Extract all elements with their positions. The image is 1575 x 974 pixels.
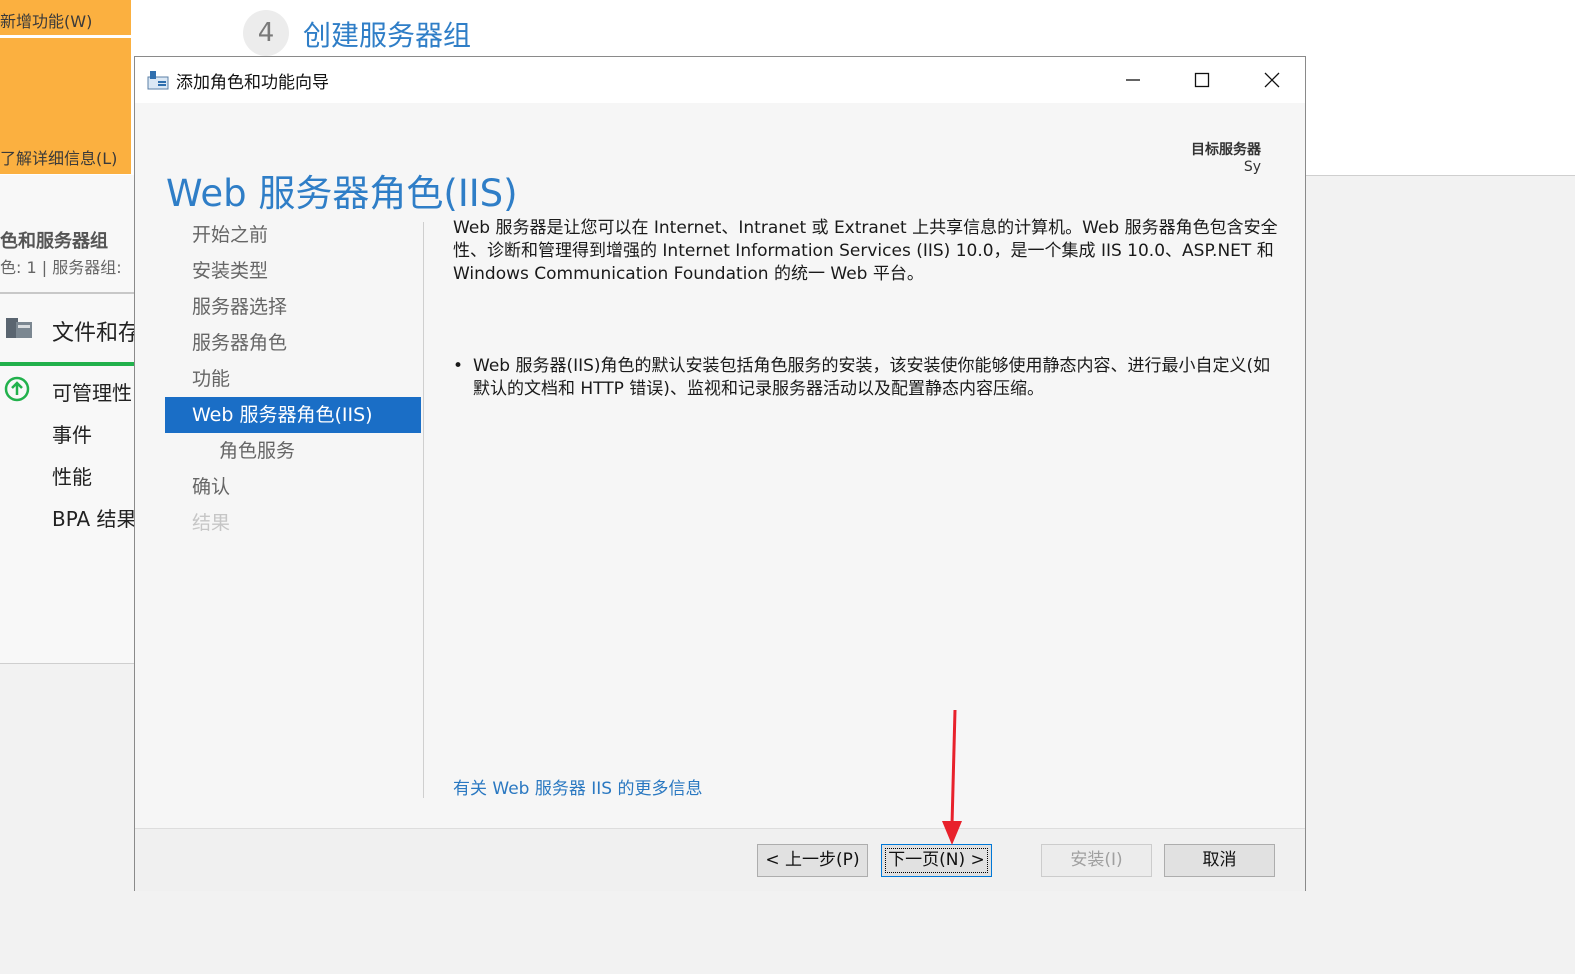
divider — [1306, 175, 1575, 176]
default-install-text: Web 服务器(IIS)角色的默认安装包括角色服务的安装，该安装使你能够使用静态… — [473, 356, 1271, 399]
role-description: Web 服务器是让您可以在 Internet、Intranet 或 Extran… — [453, 218, 1278, 284]
add-roles-wizard-dialog: 添加角色和功能向导 Web 服务器角色(IIS) 目标服务器 Sy 开始之前 安… — [134, 56, 1306, 891]
roles-groups-counts: 色: 1 | 服务器组: — [0, 258, 122, 277]
nav-item-server-selection[interactable]: 服务器选择 — [165, 289, 421, 325]
file-storage-icon — [6, 318, 32, 338]
tile-item-events[interactable]: 事件 — [52, 419, 135, 448]
previous-button[interactable]: < 上一步(P) — [757, 844, 868, 877]
tile-divider — [0, 292, 135, 294]
maximize-icon — [1194, 72, 1210, 88]
tile-item-manageability[interactable]: 可管理性 — [52, 377, 135, 406]
status-bar — [0, 362, 135, 366]
minimize-icon — [1126, 79, 1140, 81]
minimize-button[interactable] — [1098, 57, 1168, 103]
nav-item-features[interactable]: 功能 — [165, 361, 421, 397]
nav-divider — [423, 222, 424, 798]
title-bar[interactable]: 添加角色和功能向导 — [135, 57, 1305, 103]
nav-item-role-services[interactable]: 角色服务 — [165, 433, 421, 469]
close-icon — [1264, 72, 1280, 88]
button-bar: < 上一步(P) 下一页(N) > 安装(I) 取消 — [135, 828, 1305, 891]
step-number: 4 — [243, 10, 289, 56]
install-button: 安装(I) — [1041, 844, 1152, 877]
learn-more-link[interactable]: 了解详细信息(L) — [0, 145, 117, 169]
maximize-button[interactable] — [1167, 57, 1237, 103]
tile-item-bpa[interactable]: BPA 结果 — [52, 503, 135, 532]
panel-separator — [0, 35, 131, 38]
page-title: Web 服务器角色(IIS) — [166, 171, 518, 215]
nav-item-confirmation[interactable]: 确认 — [165, 469, 421, 505]
nav-item-web-server-role[interactable]: Web 服务器角色(IIS) — [165, 397, 421, 433]
create-server-group-link[interactable]: 创建服务器组 — [303, 14, 471, 54]
annotation-arrow-icon — [942, 709, 962, 845]
up-arrow-icon — [4, 376, 30, 402]
dialog-title: 添加角色和功能向导 — [176, 73, 329, 93]
destination-server-value: Sy — [1243, 159, 1261, 175]
destination-server-label: 目标服务器 — [1191, 142, 1261, 158]
wizard-icon — [147, 71, 169, 90]
more-info-link[interactable]: 有关 Web 服务器 IIS 的更多信息 — [453, 774, 703, 799]
close-button[interactable] — [1237, 57, 1307, 103]
nav-item-before-you-begin[interactable]: 开始之前 — [165, 217, 421, 253]
file-storage-tile-title[interactable]: 文件和存 — [52, 315, 135, 347]
tile-item-performance[interactable]: 性能 — [52, 461, 135, 490]
nav-item-results: 结果 — [192, 512, 231, 534]
cancel-button[interactable]: 取消 — [1164, 844, 1275, 877]
roles-groups-heading: 色和服务器组 — [0, 231, 108, 252]
nav-item-installation-type[interactable]: 安装类型 — [165, 253, 421, 289]
nav-item-server-roles[interactable]: 服务器角色 — [165, 325, 421, 361]
whats-new-link[interactable]: 新增功能(W) — [0, 8, 92, 32]
bullet-icon: • — [453, 356, 464, 376]
